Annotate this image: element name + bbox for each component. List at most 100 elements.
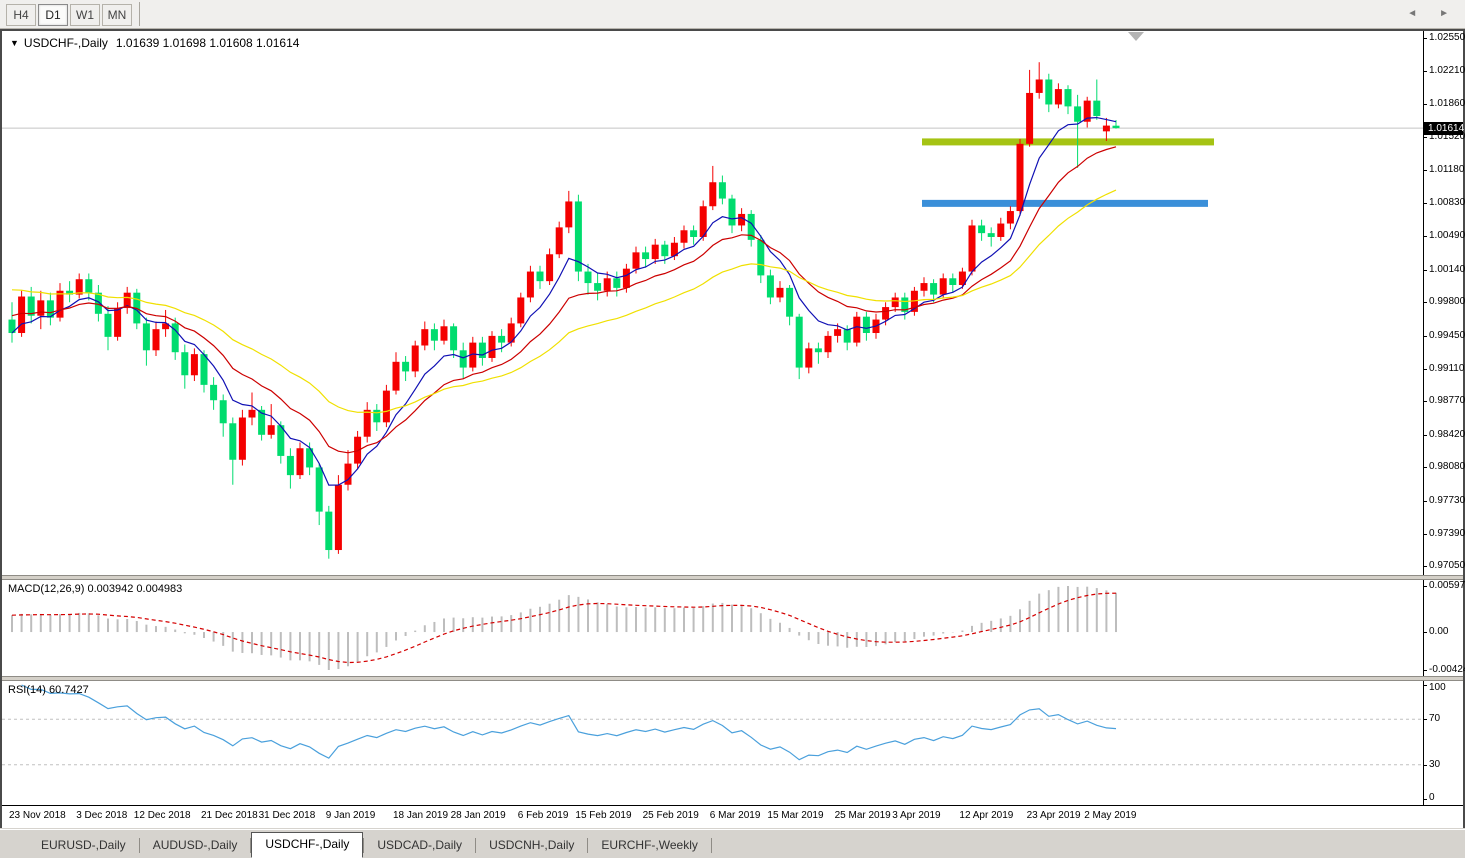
axis-tick [1424,719,1427,720]
axis-tick [1424,566,1427,567]
date-axis-label: 6 Feb 2019 [518,810,569,821]
date-axis-label: 25 Feb 2019 [643,810,699,821]
date-axis-label: 31 Dec 2018 [259,810,316,821]
date-axis-label: 18 Jan 2019 [393,810,448,821]
date-axis-label: 9 Jan 2019 [326,810,376,821]
price-axis-label: 0.97730 [1429,495,1465,506]
price-axis-label: 0.99450 [1429,330,1465,341]
date-axis-label: 28 Jan 2019 [451,810,506,821]
date-axis-label: 6 Mar 2019 [710,810,761,821]
axis-tick [1424,765,1427,766]
date-axis[interactable]: 23 Nov 2018 3 Dec 2018 12 Dec 2018 21 Dec 2… [2,805,1463,828]
chart-ohlc-values: 1.01639 1.01698 1.01608 1.01614 [116,36,300,50]
tab-scroll-arrows: ◄ ► [1407,8,1449,20]
axis-tick [1424,799,1427,800]
application-window: H4D1W1MN ▼ USDCHF-,Daily 1.01639 1.01698 1… [0,0,1465,858]
date-axis-label: 23 Apr 2019 [1027,810,1081,821]
timeframe-button-d1[interactable]: D1 [38,4,68,26]
axis-tick [1424,401,1427,402]
axis-tick [1424,38,1427,39]
axis-tick [1424,670,1427,671]
price-chart[interactable] [2,31,1423,575]
symbol-tab-eurchf[interactable]: EURCHF-,Weekly [588,834,710,858]
timeframe-button-w1[interactable]: W1 [70,4,100,26]
macd-axis[interactable]: 0.005970.00-0.004243 [1423,580,1463,676]
price-axis-label: 1.00490 [1429,230,1465,241]
macd-axis-label: -0.004243 [1429,664,1465,675]
date-axis-label: 12 Apr 2019 [959,810,1013,821]
axis-tick [1424,170,1427,171]
symbol-tab-usdcnh[interactable]: USDCNH-,Daily [476,834,587,858]
symbol-dropdown-icon[interactable]: ▼ [10,38,19,48]
axis-tick [1424,501,1427,502]
date-axis-label: 21 Dec 2018 [201,810,258,821]
autoscroll-marker-icon[interactable] [1128,32,1144,41]
symbol-tab-eurusd[interactable]: EURUSD-,Daily [28,834,139,858]
date-axis-label: 3 Apr 2019 [892,810,940,821]
toolbar-divider [139,2,140,26]
macd-label: MACD(12,26,9) 0.003942 0.004983 [8,583,182,595]
axis-tick [1424,137,1427,138]
tab-scroll-right-icon[interactable]: ► [1439,8,1449,20]
symbol-tab-audusd[interactable]: AUDUSD-,Daily [140,834,251,858]
price-axis-label: 1.00140 [1429,264,1465,275]
macd-axis-label: 0.00597 [1429,580,1465,591]
timeframe-toolbar: H4D1W1MN [0,0,1465,29]
tab-scroll-left-icon[interactable]: ◄ [1407,8,1417,20]
price-axis-label: 1.00830 [1429,197,1465,208]
date-axis-label: 25 Mar 2019 [835,810,891,821]
rsi-axis-label: 70 [1429,713,1440,724]
price-axis-label: 0.98420 [1429,429,1465,440]
axis-tick [1424,435,1427,436]
price-axis-label: 1.01180 [1429,164,1464,175]
date-axis-label: 2 May 2019 [1084,810,1136,821]
axis-tick [1424,203,1427,204]
price-axis-label: 0.98080 [1429,461,1465,472]
date-axis-label: 15 Feb 2019 [575,810,631,821]
axis-tick [1424,467,1427,468]
tab-separator [711,838,712,853]
current-price-tag: 1.01614 [1424,122,1463,135]
price-chart-panel: ▼ USDCHF-,Daily 1.01639 1.01698 1.01608 1.… [2,31,1463,575]
axis-tick [1424,534,1427,535]
axis-tick [1424,369,1427,370]
axis-tick [1424,632,1427,633]
price-axis-label: 1.01860 [1429,98,1465,109]
rsi-chart[interactable] [2,681,1423,805]
axis-tick [1424,685,1427,686]
price-axis-label: 1.02210 [1429,65,1465,76]
axis-tick [1424,104,1427,105]
price-axis-label: 0.99800 [1429,296,1465,307]
chart-title: ▼ USDCHF-,Daily 1.01639 1.01698 1.01608 1.… [10,36,299,50]
timeframe-button-mn[interactable]: MN [102,4,132,26]
axis-tick [1424,71,1427,72]
timeframe-button-h4[interactable]: H4 [6,4,36,26]
date-axis-label: 12 Dec 2018 [134,810,191,821]
rsi-panel: RSI(14) 60.7427 100 70 30 0 [2,681,1463,805]
date-axis-label: 15 Mar 2019 [767,810,823,821]
date-axis-label: 3 Dec 2018 [76,810,127,821]
axis-tick [1424,302,1427,303]
symbol-tab-usdchf[interactable]: USDCHF-,Daily [251,832,363,858]
axis-tick [1424,270,1427,271]
price-axis-label: 0.98770 [1429,395,1465,406]
rsi-axis-label: 30 [1429,759,1440,770]
symbol-tab-usdcad[interactable]: USDCAD-,Daily [364,834,475,858]
axis-tick [1424,586,1427,587]
price-axis-label: 0.97390 [1429,528,1465,539]
rsi-axis-label: 0 [1429,792,1435,803]
price-axis-label: 1.02550 [1429,32,1465,43]
chart-window: ▼ USDCHF-,Daily 1.01639 1.01698 1.01608 1.… [0,29,1465,828]
rsi-axis-label: 100 [1429,682,1446,693]
symbol-tab-bar: EURUSD-,DailyAUDUSD-,DailyUSDCHF-,DailyU… [0,829,1465,858]
rsi-axis[interactable]: 100 70 30 0 [1423,681,1463,805]
chart-symbol-label: USDCHF-,Daily [24,36,108,50]
price-axis-label: 0.97050 [1429,560,1465,571]
date-axis-label: 23 Nov 2018 [9,810,66,821]
price-axis-label: 0.99110 [1429,363,1464,374]
rsi-label: RSI(14) 60.7427 [8,684,89,696]
macd-chart[interactable] [2,580,1423,676]
price-axis[interactable]: 1.025501.022101.018601.015201.011801.008… [1423,31,1463,575]
axis-tick [1424,236,1427,237]
axis-tick [1424,336,1427,337]
